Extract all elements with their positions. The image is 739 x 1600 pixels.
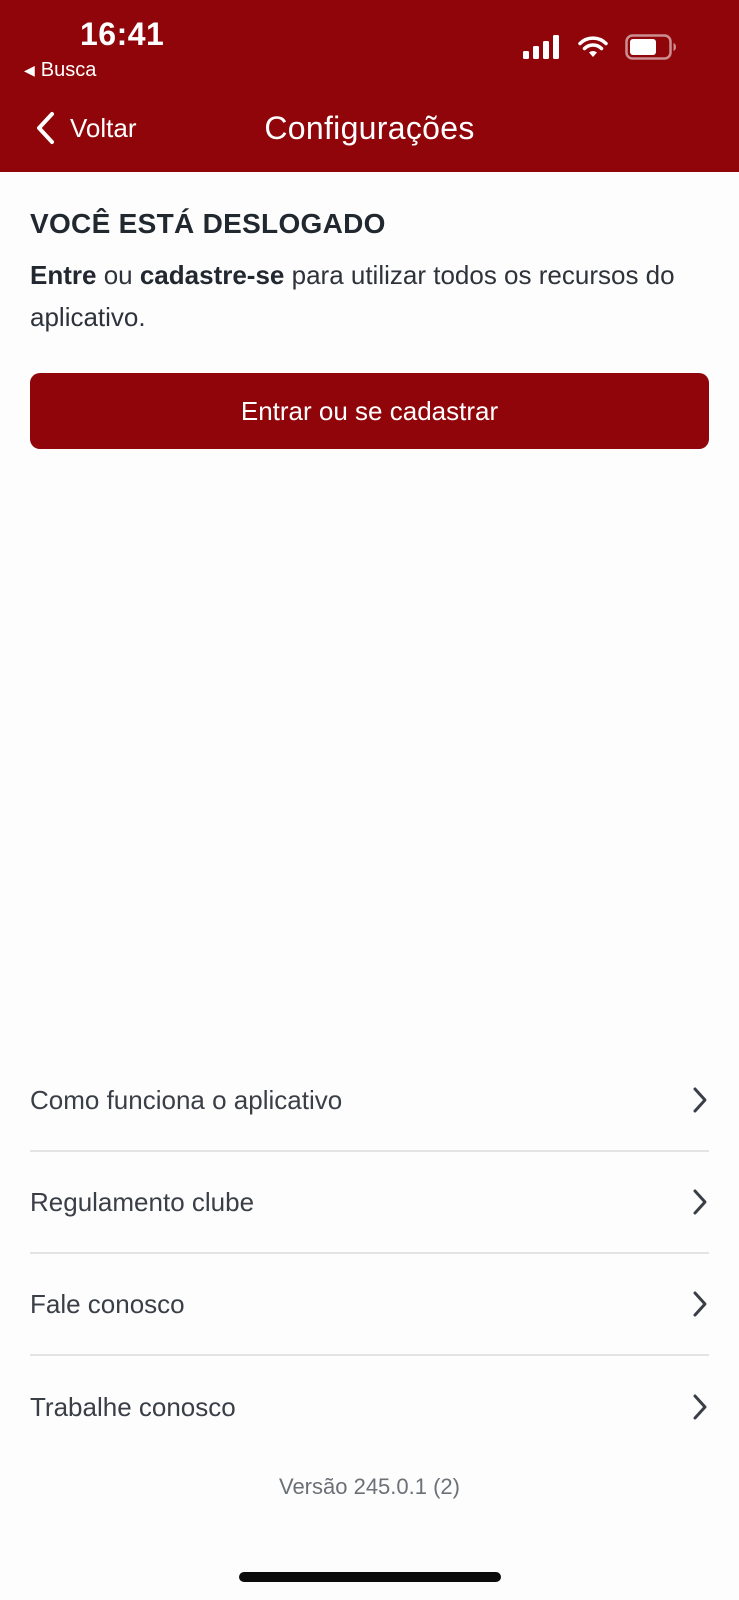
settings-menu: Como funciona o aplicativo Regulamento c… (30, 1050, 709, 1458)
menu-item-careers[interactable]: Trabalhe conosco (30, 1356, 709, 1458)
chevron-right-icon (693, 1087, 707, 1113)
logged-out-section: VOCÊ ESTÁ DESLOGADO Entre ou cadastre-se… (30, 172, 709, 449)
battery-icon (625, 34, 676, 60)
chevron-right-icon (693, 1189, 707, 1215)
menu-item-label: Regulamento clube (30, 1186, 255, 1217)
back-label: Voltar (70, 112, 137, 143)
chevron-right-icon (693, 1291, 707, 1317)
menu-item-label: Trabalhe conosco (30, 1391, 236, 1422)
header: 16:41 ◀ Busca Voltar Configurações (0, 0, 739, 172)
chevron-left-icon (37, 112, 54, 144)
logged-out-heading: VOCÊ ESTÁ DESLOGADO (30, 208, 386, 239)
status-icons (523, 34, 677, 60)
home-indicator[interactable] (239, 1572, 501, 1582)
menu-item-label: Como funciona o aplicativo (30, 1084, 343, 1115)
signal-icon (523, 35, 559, 59)
status-time: 16:41 (80, 16, 165, 52)
app-version: Versão 245.0.1 (2) (278, 1474, 460, 1499)
desc-enter-bold: Entre (30, 260, 97, 290)
desc-text-or: ou (96, 260, 140, 290)
menu-item-label: Fale conosco (30, 1288, 185, 1319)
status-back-label: Busca (40, 59, 97, 81)
menu-item-contact-us[interactable]: Fale conosco (30, 1254, 709, 1356)
menu-item-club-rules[interactable]: Regulamento clube (30, 1152, 709, 1254)
logged-out-description: Entre ou cadastre-se para utilizar todos… (30, 254, 709, 338)
chevron-right-icon (693, 1394, 707, 1420)
back-triangle-icon: ◀ (24, 62, 35, 78)
back-button[interactable]: Voltar (34, 111, 137, 145)
login-register-button[interactable]: Entrar ou se cadastrar (30, 373, 709, 449)
wifi-icon (578, 36, 608, 57)
status-back-to-app[interactable]: ◀ Busca (24, 59, 96, 82)
desc-register-bold: cadastre-se (139, 260, 285, 290)
menu-item-how-it-works[interactable]: Como funciona o aplicativo (30, 1050, 709, 1152)
